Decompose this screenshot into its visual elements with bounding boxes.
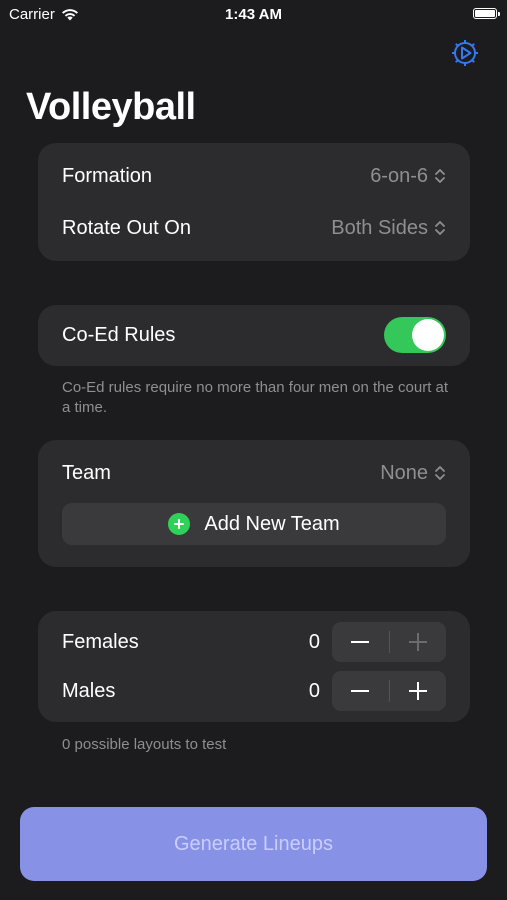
plus-circle-icon xyxy=(168,513,191,535)
formation-label: Formation xyxy=(62,164,153,187)
team-picker[interactable]: None xyxy=(380,462,446,485)
chevron-up-down-icon xyxy=(435,169,445,183)
females-increment-button[interactable] xyxy=(390,622,447,662)
males-count: 0 xyxy=(308,679,320,702)
rotate-label: Rotate Out On xyxy=(62,216,191,239)
status-bar: Carrier 1:43 AM xyxy=(0,0,507,30)
generate-lineups-button[interactable]: Generate Lineups xyxy=(20,807,487,881)
males-row: Males 0 xyxy=(62,671,446,711)
layouts-note: 0 possible layouts to test xyxy=(62,736,227,753)
plus-icon xyxy=(408,682,427,700)
battery-icon xyxy=(473,8,500,19)
team-row[interactable]: Team None xyxy=(62,456,446,490)
team-label: Team xyxy=(62,461,111,484)
coed-card: Co-Ed Rules xyxy=(38,305,470,366)
females-decrement-button[interactable] xyxy=(332,622,389,662)
coed-row: Co-Ed Rules xyxy=(62,317,446,353)
males-stepper[interactable] xyxy=(332,671,446,711)
toggle-knob xyxy=(412,319,444,351)
plus-icon xyxy=(408,633,427,651)
males-label: Males xyxy=(62,679,116,702)
minus-icon xyxy=(351,641,370,643)
rotate-value: Both Sides xyxy=(331,216,428,239)
chevron-up-down-icon xyxy=(435,221,445,235)
team-value: None xyxy=(380,461,428,484)
chevron-up-down-icon xyxy=(435,466,445,480)
formation-picker[interactable]: 6-on-6 xyxy=(370,165,446,188)
players-card: Females 0 Males 0 xyxy=(38,611,470,722)
coed-toggle[interactable] xyxy=(384,317,446,353)
page-title: Volleyball xyxy=(26,86,196,128)
females-row: Females 0 xyxy=(62,622,446,662)
minus-icon xyxy=(351,690,370,692)
add-new-team-button[interactable]: Add New Team xyxy=(62,503,446,545)
coed-label: Co-Ed Rules xyxy=(62,323,176,346)
add-new-team-label: Add New Team xyxy=(204,512,340,535)
status-time: 1:43 AM xyxy=(225,6,282,23)
females-label: Females xyxy=(62,630,139,653)
team-card: Team None Add New Team xyxy=(38,440,470,567)
formation-value: 6-on-6 xyxy=(370,164,428,187)
gear-play-icon[interactable] xyxy=(450,38,480,68)
males-decrement-button[interactable] xyxy=(332,671,389,711)
rotate-row[interactable]: Rotate Out On Both Sides xyxy=(62,211,446,245)
females-stepper[interactable] xyxy=(332,622,446,662)
coed-footnote: Co-Ed rules require no more than four me… xyxy=(62,379,449,416)
rotate-picker[interactable]: Both Sides xyxy=(331,217,446,240)
settings-card: Formation 6-on-6 Rotate Out On Both Side… xyxy=(38,143,470,261)
generate-lineups-label: Generate Lineups xyxy=(173,832,333,855)
females-count: 0 xyxy=(308,630,320,653)
males-increment-button[interactable] xyxy=(390,671,447,711)
formation-row[interactable]: Formation 6-on-6 xyxy=(62,159,446,193)
